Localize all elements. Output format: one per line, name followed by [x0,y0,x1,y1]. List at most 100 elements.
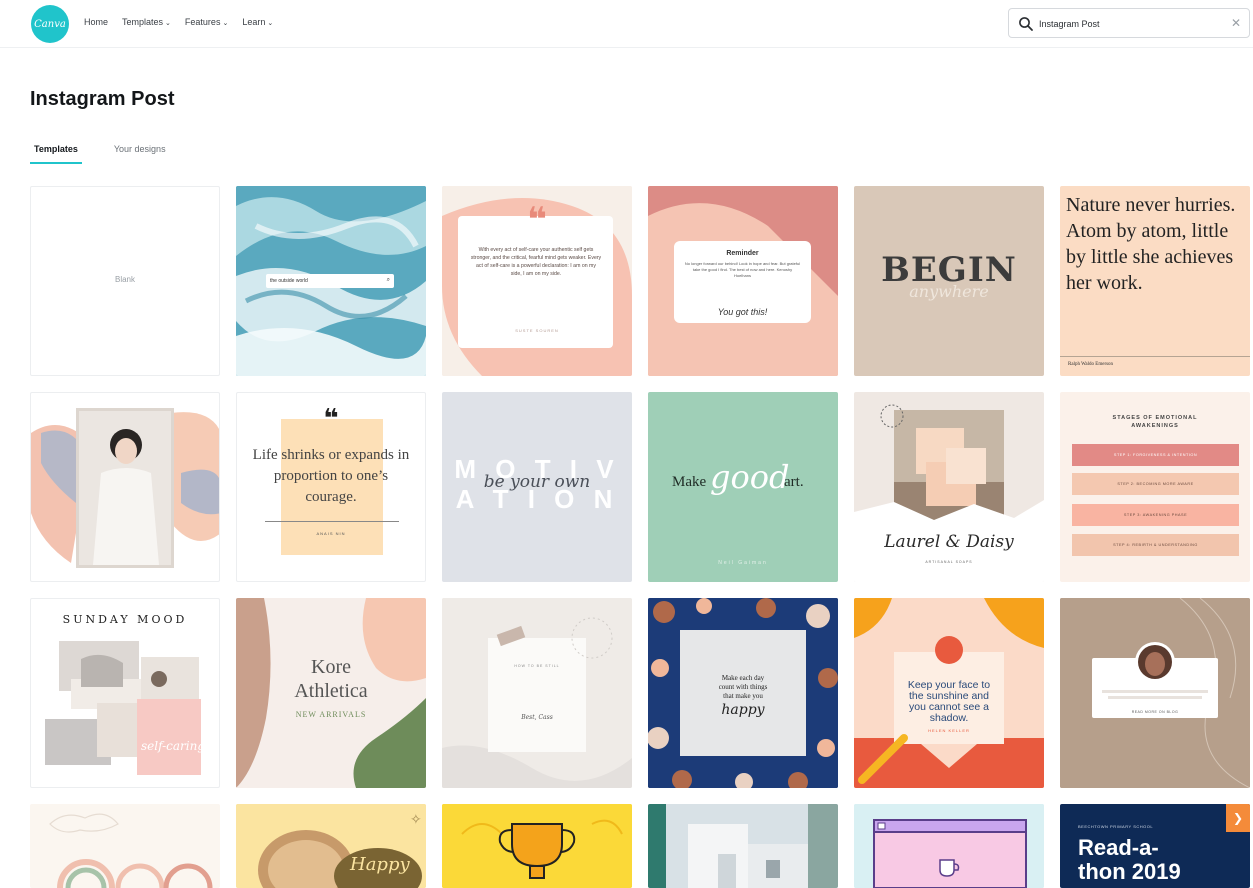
building-photo [648,804,838,888]
reminder-sign: You got this! [717,307,768,317]
reminder-title: Reminder [726,250,759,257]
stages-title: STAGES OF EMOTIONAL AWAKENINGS [1112,415,1198,429]
nav-links: Home Templates ⌄ Features ⌄ Learn ⌄ [84,17,273,27]
selfcare-quote-author: SUSTE SOUREN [515,328,559,333]
template-happy[interactable]: ✧ Happy [236,804,426,888]
nav-learn-label: Learn [242,17,266,27]
note-title: HOW TO BE STILL [514,664,560,668]
quote-marks-icon: ❝ [527,201,547,239]
nature-quote-text: Nature never hurries. Atom by atom, litt… [1066,194,1236,294]
watercolor-photo [31,408,219,568]
nav-home[interactable]: Home [84,17,108,27]
template-motivation[interactable]: M O T I V A T I O N be your own [442,392,632,582]
template-keller-quote[interactable]: Keep your face to the sunshine and you c… [854,598,1044,788]
laurel-title: Laurel & Daisy [884,532,1014,552]
trophy-illustration [442,804,632,888]
reminder-card: Reminder No longer forward our behind! L… [674,241,811,323]
profile-background [1060,598,1250,788]
rainbow-illustration [49,813,213,888]
template-blank[interactable]: Blank [30,186,220,376]
kore-title-1: Kore [311,656,351,678]
nav-features[interactable]: Features ⌄ [185,17,228,27]
nav-features-label: Features [184,17,221,27]
search-input[interactable] [1039,15,1219,32]
quote-marks-icon: ❝ [323,403,339,433]
divider [1060,356,1250,357]
chevron-down-icon: ⌄ [267,20,274,27]
make-word: Make [672,474,707,490]
nav-learn[interactable]: Learn ⌄ [242,17,273,27]
sunday-script: self-caring [141,739,206,753]
read-title-2: thon 2019 [1078,859,1181,884]
kore-title-2: Athletica [294,680,368,702]
nav-templates-label: Templates [122,17,164,27]
note-sign: Best, Cass [521,714,553,721]
nav-templates[interactable]: Templates ⌄ [122,17,171,27]
reminder-body: No longer forward our behind! Look in ho… [684,261,801,278]
template-ocean[interactable]: the outside world ⌕ [236,186,426,376]
stage-3: STEP 3: AWAKENING PHASE [1072,504,1239,526]
template-kore-athletica[interactable]: Kore Athletica NEW ARRIVALS [236,598,426,788]
stage-4: STEP 4: REBIRTH & UNDERSTANDING [1072,534,1239,556]
bookmark-icon: ❯ [1226,804,1250,832]
make-script: good [710,458,790,496]
sunday-photo-collage [45,641,201,775]
template-watercolor-woman[interactable] [30,392,220,582]
template-architecture[interactable] [648,804,838,888]
laurel-sub: ARTISANAL SOAPS [925,560,973,564]
ocean-search-text: the outside world [270,278,308,284]
template-retro-window[interactable] [854,804,1044,888]
template-make-good-art[interactable]: Make good art. Neil Gaiman [648,392,838,582]
motivation-script: be your own [483,472,591,492]
dots-line-3: that make you [723,692,763,700]
retro-window-illustration [854,804,1044,888]
tabs: Templates Your designs [30,138,170,164]
divider [265,521,399,522]
search-icon [1019,17,1033,31]
search-box: ✕ [1008,8,1250,38]
life-quote-text: Life shrinks or expands in proportion to… [252,447,410,505]
chevron-down-icon: ⌄ [222,20,229,27]
template-paper-note[interactable]: HOW TO BE STILL Best, Cass [442,598,632,788]
template-nature-quote[interactable]: Nature never hurries. Atom by atom, litt… [1060,186,1250,376]
make-author: Neil Gaiman [718,560,768,566]
template-make-each-day[interactable]: Make each day count with things that mak… [648,598,838,788]
tab-templates[interactable]: Templates [30,138,82,164]
begin-script: anywhere [909,282,989,301]
dots-line-1: Make each day [721,674,765,682]
page-title: Instagram Post [30,88,175,110]
keller-quote-text: Keep your face to the sunshine and you c… [907,679,991,724]
template-rainbow[interactable] [30,804,220,888]
stage-2: STEP 2: BECOMING MORE AWARE [1072,473,1239,495]
read-school: BEECHTOWN PRIMARY SCHOOL [1078,824,1154,829]
profile-read-more: READ MORE ON BLOG [1131,710,1179,714]
template-laurel-daisy[interactable]: Laurel & Daisy ARTISANAL SOAPS [854,392,1044,582]
nature-quote-author: Ralph Waldo Emerson [1068,362,1114,367]
chevron-down-icon: ⌄ [165,20,171,27]
blank-label: Blank [114,275,135,284]
life-quote-author: ANAIS NIN [316,531,346,536]
template-stages[interactable]: STAGES OF EMOTIONAL AWAKENINGS STEP 1: F… [1060,392,1250,582]
top-nav: Canva Home Templates⌄ Features⌄ Learn⌄ ✕ [0,0,1253,48]
close-icon[interactable]: ✕ [1231,16,1241,30]
soap-photo [854,404,1044,582]
template-reminder[interactable]: Reminder No longer forward our behind! L… [648,186,838,376]
happy-text: Happy [350,854,410,875]
make-text: Make [672,474,706,491]
template-read-a-thon[interactable]: BEECHTOWN PRIMARY SCHOOL ❯ Read-a- thon … [1060,804,1250,888]
template-life-quote[interactable]: ❝ Life shrinks or expands in proportion … [236,392,426,582]
paper-note-background [442,598,632,788]
search-icon: ⌕ [386,277,390,283]
profile-text-line [1108,696,1202,699]
canva-logo[interactable]: Canva [31,5,69,43]
template-profile-card[interactable]: READ MORE ON BLOG [1060,598,1250,788]
template-sunday-mood[interactable]: SUNDAY MOOD self-caring [30,598,220,788]
tab-your-designs[interactable]: Your designs [110,138,170,164]
template-trophy[interactable] [442,804,632,888]
keller-author: HELEN KELLER [928,728,970,733]
ocean-search-bar: the outside world ⌕ [266,274,394,288]
kore-sub: NEW ARRIVALS [295,710,367,719]
template-selfcare-quote[interactable]: ❝ With every act of self-care your authe… [442,186,632,376]
template-begin[interactable]: BEGIN anywhere [854,186,1044,376]
profile-text-line [1102,690,1208,693]
